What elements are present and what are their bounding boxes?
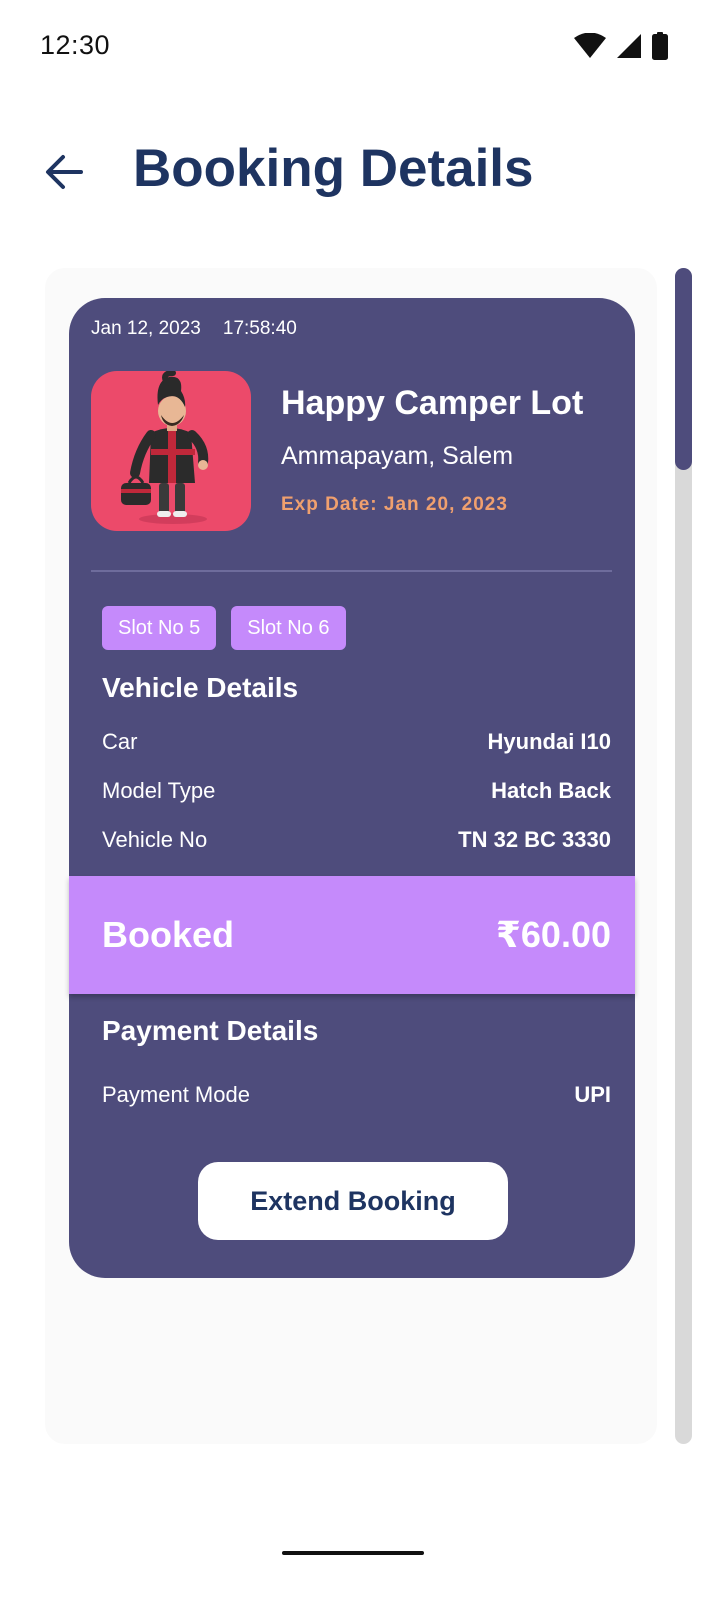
lot-name: Happy Camper Lot [281, 384, 584, 422]
booking-card[interactable]: Jan 12, 2023 17:58:40 Happy Camper Lot A… [69, 298, 635, 1278]
scrollbar-thumb[interactable] [675, 268, 692, 470]
booking-amount: ₹60.00 [495, 914, 611, 955]
payment-details-title: Payment Details [102, 1015, 319, 1046]
extend-booking-button[interactable]: Extend Booking [198, 1162, 508, 1240]
home-indicator[interactable] [282, 1551, 424, 1555]
wifi-icon [574, 32, 606, 64]
booking-date: Jan 12, 2023 [91, 318, 201, 339]
detail-value: Hyundai I10 [487, 729, 611, 754]
battery-icon [652, 32, 668, 65]
booking-datetime: Jan 12, 2023 17:58:40 [91, 318, 297, 340]
scrollbar-track[interactable] [675, 268, 692, 1444]
status-icons [574, 32, 668, 65]
slot-chips: Slot No 5 Slot No 6 [102, 606, 346, 650]
slot-chip: Slot No 6 [231, 606, 346, 650]
lot-image [91, 371, 251, 531]
detail-row-car: Car Hyundai I10 [102, 729, 611, 755]
back-button[interactable] [36, 146, 92, 202]
character-illustration [121, 371, 209, 524]
expiry-date: Exp Date: Jan 20, 2023 [281, 494, 508, 515]
detail-value: Hatch Back [491, 778, 611, 803]
lot-location: Ammapayam, Salem [281, 442, 514, 470]
divider [91, 570, 612, 572]
detail-label: Vehicle No [102, 827, 208, 852]
booking-time: 17:58:40 [222, 318, 297, 339]
booking-details-screen: 12:30 Booking Details Jan 12, 2023 17:58… [0, 0, 720, 1600]
detail-value: UPI [574, 1082, 611, 1107]
detail-label: Payment Mode [102, 1082, 250, 1107]
vehicle-details-title: Vehicle Details [102, 672, 299, 703]
detail-value: TN 32 BC 3330 [458, 827, 611, 852]
status-bar: 12:30 [0, 0, 720, 92]
detail-row-vehicle-no: Vehicle No TN 32 BC 3330 [102, 827, 611, 853]
detail-row-model-type: Model Type Hatch Back [102, 778, 611, 804]
detail-row-payment-mode: Payment Mode UPI [102, 1082, 611, 1108]
status-time: 12:30 [40, 30, 111, 60]
status-label: Booked [102, 914, 235, 955]
arrow-left-icon [44, 152, 84, 197]
slot-chip: Slot No 5 [102, 606, 217, 650]
detail-label: Model Type [102, 778, 216, 803]
page-title: Booking Details [133, 139, 534, 198]
booking-status-band: Booked ₹60.00 [69, 876, 635, 994]
signal-icon [616, 33, 642, 64]
detail-label: Car [102, 729, 138, 754]
